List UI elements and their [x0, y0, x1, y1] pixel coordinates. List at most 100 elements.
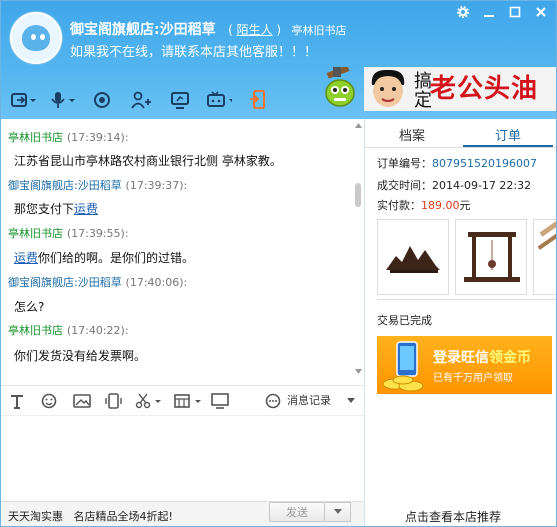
order-paid-row: 实付款：189.00元: [377, 197, 471, 213]
ad-subtitle: 已有千万用户领取: [433, 373, 513, 384]
sender-name[interactable]: 御宝阁旗舰店:沙田稻草: [8, 276, 122, 289]
avatar-face: [22, 25, 50, 51]
screen-icon[interactable]: [211, 392, 229, 410]
freight-link[interactable]: 运费: [14, 251, 38, 265]
banner-big-text: 老公头油: [430, 74, 539, 104]
ad-title-main: 登录旺信: [433, 350, 489, 366]
banner-text: 搞定老公头油: [411, 71, 539, 109]
emoji-icon[interactable]: [41, 392, 57, 410]
product-thumbnails: [377, 219, 556, 299]
sender-name[interactable]: 亭林旧书店: [8, 131, 63, 144]
action-toolbar: [11, 89, 271, 111]
order-time-row: 成交时间：2014-09-17 22:32: [377, 177, 531, 193]
avatar-eye-left: [31, 34, 36, 40]
close-icon[interactable]: [534, 5, 548, 19]
avatar-eye-right: [40, 34, 45, 40]
chevron-down-icon: [333, 509, 342, 514]
order-paid-unit: 元: [459, 199, 471, 212]
message-body: 那您支付下运费: [14, 200, 98, 217]
order-time: 2014-09-17 22:32: [432, 179, 532, 192]
contact-name[interactable]: 御宝阁旗舰店:沙田稻草: [70, 22, 216, 38]
chevron-down-icon[interactable]: [347, 392, 355, 410]
voice-call-icon[interactable]: [50, 89, 76, 111]
send-button[interactable]: 发送: [269, 502, 325, 522]
product-thumbnail[interactable]: [377, 219, 449, 295]
message-time: (17:39:37):: [125, 179, 188, 192]
mascot-icon[interactable]: [323, 65, 357, 107]
tab-archive[interactable]: 档案: [399, 125, 425, 144]
message-header: 御宝阁旗舰店:沙田稻草 (17:39:37):: [8, 177, 187, 193]
message-input[interactable]: [1, 415, 364, 501]
chat-scroll-thumb[interactable]: [355, 183, 361, 207]
avatar[interactable]: [10, 12, 62, 64]
message-time: (17:39:55):: [66, 227, 129, 240]
freight-link[interactable]: 运费: [74, 202, 98, 216]
order-number-row: 订单编号：807951520196007: [377, 155, 537, 171]
remote-assist-icon[interactable]: [206, 89, 232, 111]
peer-name: 亭林旧书店: [291, 24, 347, 37]
order-number-label: 订单编号：: [377, 157, 432, 170]
window-header: 御宝阁旗舰店:沙田稻草 ( 陌生人 ) 亭林旧书店 如果我不在线，请联系本店其他…: [1, 1, 556, 119]
ad-banner[interactable]: 搞定老公头油: [364, 67, 556, 111]
ad-title-highlight: 领金币: [489, 350, 531, 366]
sender-name[interactable]: 御宝阁旗舰店:沙田稻草: [8, 179, 122, 192]
order-time-label: 成交时间：: [377, 179, 432, 192]
banner-small-text: 搞定: [411, 71, 432, 109]
message-header: 亭林旧书店 (17:40:22):: [8, 322, 129, 338]
font-icon[interactable]: [9, 392, 25, 410]
order-paid-amount: 189.00: [421, 199, 460, 212]
history-button[interactable]: 消息记录: [287, 392, 331, 408]
video-call-icon[interactable]: [89, 89, 115, 111]
message-time: (17:40:06):: [125, 276, 188, 289]
tab-order[interactable]: 订单: [495, 125, 521, 144]
relation-badge[interactable]: ( 陌生人 ): [228, 23, 281, 37]
product-thumbnail[interactable]: [533, 219, 556, 295]
sender-name[interactable]: 亭林旧书店: [8, 324, 63, 337]
chat-window: 御宝阁旗舰店:沙田稻草 ( 陌生人 ) 亭林旧书店 如果我不在线，请联系本店其他…: [0, 0, 557, 527]
scroll-up-icon[interactable]: [355, 123, 362, 128]
image-icon[interactable]: [73, 392, 91, 410]
message-text: 你们给的啊。是你们的过错。: [38, 251, 195, 265]
message-time: (17:40:22):: [66, 324, 129, 337]
minimize-icon[interactable]: [482, 5, 496, 19]
message-body: 怎么?: [14, 300, 45, 314]
message-body: 你们发货没有给发票啊。: [14, 349, 147, 363]
history-icon[interactable]: [265, 392, 281, 410]
shop-recommend-link[interactable]: 点击查看本店推荐: [405, 508, 501, 525]
relation-link[interactable]: 陌生人: [237, 23, 273, 37]
add-contact-icon[interactable]: [128, 89, 154, 111]
message-header: 亭林旧书店 (17:39:14):: [8, 129, 129, 145]
sender-name[interactable]: 亭林旧书店: [8, 227, 63, 240]
file-transfer-icon[interactable]: [11, 89, 37, 111]
title-line: 御宝阁旗舰店:沙田稻草 ( 陌生人 ) 亭林旧书店: [70, 19, 347, 39]
message-text: 那您支付下: [14, 202, 75, 216]
message-body: 江苏省昆山市亭林路农村商业银行北侧 亭林家教。: [14, 154, 282, 168]
mobile-icon[interactable]: [245, 89, 271, 111]
screenshot-icon[interactable]: [135, 392, 163, 410]
shake-icon[interactable]: [105, 392, 123, 410]
order-paid-label: 实付款：: [377, 199, 421, 212]
chat-scrollbar[interactable]: [353, 121, 362, 377]
tab-separator: [365, 147, 556, 148]
status-message: 如果我不在线，请联系本店其他客服！！！: [70, 45, 318, 60]
maximize-icon[interactable]: [508, 5, 522, 19]
message-header: 御宝阁旗舰店:沙田稻草 (17:40:06):: [8, 274, 187, 290]
trade-status: 交易已完成: [377, 314, 432, 327]
message-time: (17:39:14):: [66, 131, 129, 144]
scroll-down-icon[interactable]: [355, 369, 362, 374]
wangxin-ad-banner[interactable]: 登录旺信领金币 已有千万用户领取: [377, 336, 552, 394]
promo-link[interactable]: 天天淘实惠: [8, 510, 63, 523]
product-thumbnail[interactable]: [455, 219, 527, 295]
message-header: 亭林旧书店 (17:39:55):: [8, 225, 129, 241]
promo-links: 天天淘实惠 名店精品全场4折起!: [8, 508, 173, 524]
ad-title: 登录旺信领金币: [433, 347, 531, 367]
order-number-link[interactable]: 807951520196007: [432, 157, 537, 170]
phone-coins-icon: [382, 341, 424, 392]
calculator-icon[interactable]: [174, 392, 204, 410]
send-options-button[interactable]: [325, 502, 351, 522]
gear-icon[interactable]: [456, 5, 470, 19]
promo-link[interactable]: 名店精品全场4折起!: [74, 510, 173, 523]
screen-share-icon[interactable]: [167, 89, 193, 111]
message-body: 运费你们给的啊。是你们的过错。: [14, 249, 194, 266]
window-controls: [456, 5, 548, 19]
